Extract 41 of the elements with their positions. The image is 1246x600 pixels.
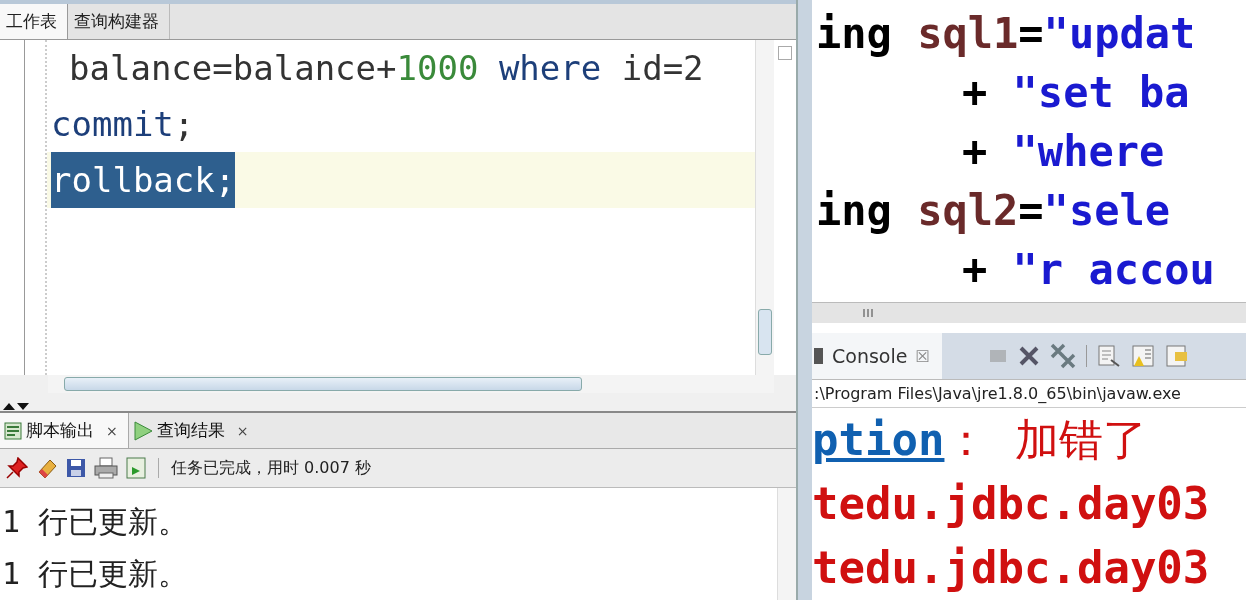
console-line: tedu.jdbc.day03: [812, 477, 1211, 531]
close-icon[interactable]: ☒: [915, 346, 930, 366]
play-icon: [132, 420, 153, 441]
status-text: 任务已完成，用时 0.007 秒: [171, 457, 371, 479]
close-icon[interactable]: ×: [106, 422, 118, 439]
vertical-scrollbar[interactable]: [777, 488, 796, 600]
console-icon: [814, 347, 824, 366]
worksheet-tab[interactable]: 工作表: [0, 4, 68, 39]
code-line: ing sql2="sele: [815, 185, 1172, 237]
worksheet-tab[interactable]: 查询构建器: [68, 4, 170, 39]
horizontal-scrollbar[interactable]: [812, 302, 1246, 324]
eraser-icon[interactable]: [36, 457, 58, 480]
code-line: + "where: [961, 126, 1166, 178]
vertical-scrollbar[interactable]: [755, 40, 774, 375]
output-line: 1 行已更新。: [1, 503, 190, 541]
output-tab[interactable]: 查询结果 ×: [128, 412, 259, 449]
code-line: + "set ba: [961, 67, 1191, 119]
script-icon: [4, 421, 22, 440]
document-icon[interactable]: [1130, 344, 1155, 369]
pin-icon[interactable]: [6, 457, 28, 480]
grip-icon[interactable]: [862, 309, 876, 318]
code-line: ing sql1="updat: [815, 8, 1197, 60]
console-tab[interactable]: Console ☒: [812, 333, 942, 379]
save-icon[interactable]: [66, 458, 86, 479]
code-line: commit;: [50, 103, 196, 146]
console-line: ption： 加错了: [812, 413, 1148, 467]
launch-path: :\Program Files\Java\jre1.8.0_65\bin\javaw.exe: [812, 380, 1246, 408]
close-icon[interactable]: [1017, 345, 1040, 368]
output-tab[interactable]: 脚本输出 ×: [0, 412, 129, 449]
code-line: + "r accou: [961, 244, 1216, 296]
document-icon[interactable]: [1096, 344, 1121, 369]
document-icon[interactable]: [1164, 344, 1189, 369]
console-line: tedu.jdbc.day03: [812, 541, 1211, 595]
output-line: 1 行已更新。: [1, 555, 190, 593]
document-icon[interactable]: [126, 457, 146, 480]
double-cross-icon[interactable]: [1049, 343, 1076, 370]
close-icon[interactable]: ×: [236, 422, 249, 439]
collapse-arrows-icon[interactable]: [2, 400, 32, 411]
code-line: balance=balance+1000 where id=2: [68, 47, 705, 90]
split-box-icon[interactable]: [778, 46, 792, 60]
print-icon[interactable]: [94, 457, 118, 480]
